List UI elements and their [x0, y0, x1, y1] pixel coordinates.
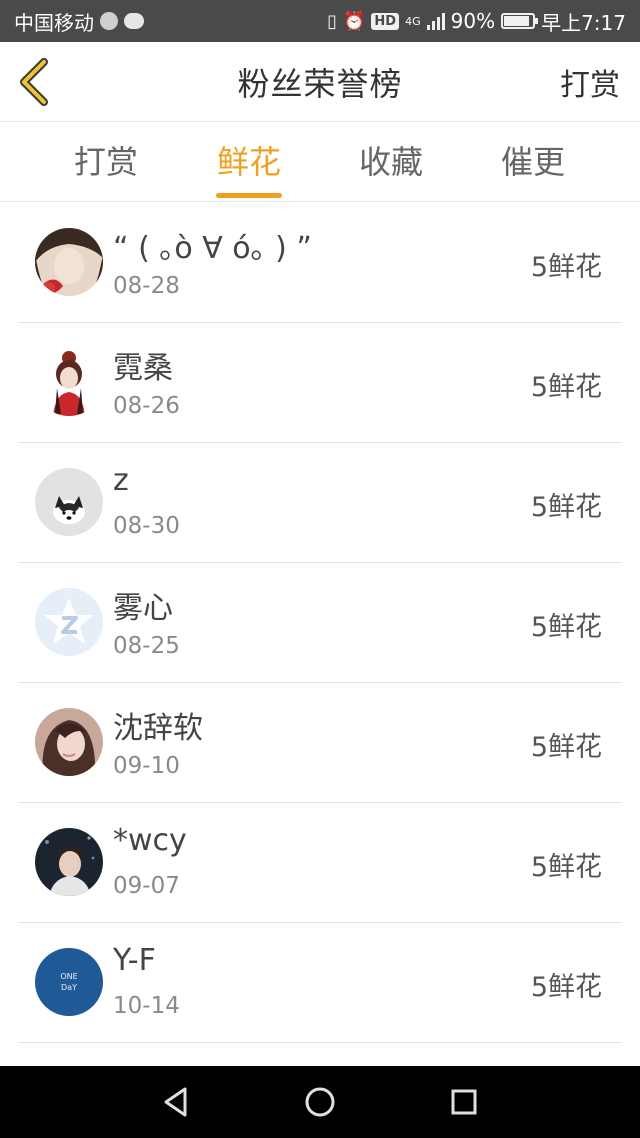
signal-icon — [426, 12, 445, 30]
fan-name: *wcy — [113, 823, 187, 858]
fan-date: 10-14 — [113, 993, 180, 1019]
alarm-icon: ⏰ — [343, 10, 366, 32]
tab-label: 鲜花 — [216, 143, 281, 181]
nav-back-button[interactable] — [154, 1080, 198, 1124]
fan-date: 08-26 — [113, 393, 180, 419]
one-day-avatar-icon: ONE DaY — [35, 948, 103, 1016]
list-item[interactable]: *wcy 09-07 5鲜花 — [18, 803, 622, 923]
avatar — [35, 588, 103, 656]
avatar: ONE DaY — [35, 948, 103, 1016]
avatar — [35, 828, 103, 896]
tab-label: 打赏 — [73, 143, 138, 181]
fan-name: 沈辞软 — [113, 711, 203, 746]
fan-date: 09-07 — [113, 873, 180, 899]
circle-home-icon — [305, 1087, 335, 1117]
chevron-left-icon — [20, 58, 48, 106]
tab-label: 收藏 — [358, 143, 423, 181]
portrait-boy-avatar-icon — [35, 828, 103, 896]
fan-date: 08-25 — [113, 633, 180, 659]
battery-percent: 90% — [450, 9, 496, 33]
portrait-girl-avatar-icon — [35, 708, 103, 776]
status-bar: 中国移动 ▯ ⏰ HD 4G 90% 早上7:17 — [0, 0, 640, 42]
list-item[interactable]: z 08-30 5鲜花 — [18, 443, 622, 563]
fan-date: 08-30 — [113, 513, 180, 539]
husky-dog-avatar-icon — [35, 468, 103, 536]
nav-home-button[interactable] — [298, 1080, 342, 1124]
fan-name: “ ( ｡ò ∀ ó｡ ) ” — [113, 231, 312, 266]
status-bar-right: ▯ ⏰ HD 4G 90% 早上7:17 — [327, 7, 626, 36]
tab-flowers[interactable]: 鲜花 — [179, 122, 319, 202]
flower-amount: 5鲜花 — [530, 732, 602, 763]
fan-date: 09-10 — [113, 753, 180, 779]
app-header: 粉丝荣誉榜 打赏 — [0, 42, 640, 122]
reward-button[interactable]: 打赏 — [560, 60, 620, 104]
tab-label: 催更 — [500, 143, 565, 181]
flower-amount: 5鲜花 — [530, 852, 602, 883]
triangle-back-icon — [164, 1087, 187, 1117]
square-recents-icon — [451, 1089, 477, 1115]
warrior-girl-avatar-icon — [35, 348, 103, 416]
fan-date: 08-28 — [113, 273, 180, 299]
list-item[interactable]: ONE DaY Y-F 10-14 5鲜花 — [18, 923, 622, 1043]
flower-amount: 5鲜花 — [530, 372, 602, 403]
flower-amount: 5鲜花 — [530, 612, 602, 643]
list-item[interactable]: 霓桑 08-26 5鲜花 — [18, 323, 622, 443]
default-star-avatar-icon — [35, 588, 103, 656]
anime-girl-avatar-icon — [35, 228, 103, 296]
fan-list: “ ( ｡ò ∀ ó｡ ) ” 08-28 5鲜花 霓桑 08-26 5鲜花 z… — [0, 203, 640, 1043]
avatar-text-line-1: ONE — [60, 972, 77, 981]
status-bar-left: 中国移动 — [14, 7, 144, 36]
fan-name: 霓桑 — [113, 351, 173, 386]
flower-amount: 5鲜花 — [530, 252, 602, 283]
avatar-text-line-2: DaY — [61, 983, 77, 992]
fan-name: z — [113, 463, 129, 498]
tab-urge-update[interactable]: 催更 — [463, 122, 603, 202]
active-tab-indicator — [216, 193, 282, 198]
avatar — [35, 708, 103, 776]
fan-name: 雾心 — [113, 591, 173, 626]
hd-icon: HD — [371, 12, 400, 30]
tab-bar: 打赏 鲜花 收藏 催更 — [0, 122, 640, 202]
tab-favorites[interactable]: 收藏 — [321, 122, 461, 202]
avatar — [35, 348, 103, 416]
carrier-label: 中国移动 — [14, 10, 94, 35]
vibrate-icon: ▯ — [327, 10, 337, 32]
flower-amount: 5鲜花 — [530, 492, 602, 523]
tab-reward[interactable]: 打赏 — [36, 122, 176, 202]
avatar — [35, 468, 103, 536]
system-navigation-bar — [0, 1066, 640, 1138]
avatar — [35, 228, 103, 296]
list-item[interactable]: 雾心 08-25 5鲜花 — [18, 563, 622, 683]
page-title: 粉丝荣誉榜 — [237, 64, 403, 103]
clock: 早上7:17 — [541, 10, 626, 35]
back-button[interactable] — [14, 56, 64, 108]
flower-amount: 5鲜花 — [530, 972, 602, 1003]
list-item[interactable]: “ ( ｡ò ∀ ó｡ ) ” 08-28 5鲜花 — [18, 203, 622, 323]
app-notification-icon — [100, 12, 118, 30]
nav-recents-button[interactable] — [442, 1080, 486, 1124]
network-type-label: 4G — [405, 14, 421, 28]
list-item[interactable]: 沈辞软 09-10 5鲜花 — [18, 683, 622, 803]
battery-icon — [501, 13, 539, 29]
message-notification-icon — [124, 13, 144, 29]
fan-name: Y-F — [113, 943, 156, 978]
